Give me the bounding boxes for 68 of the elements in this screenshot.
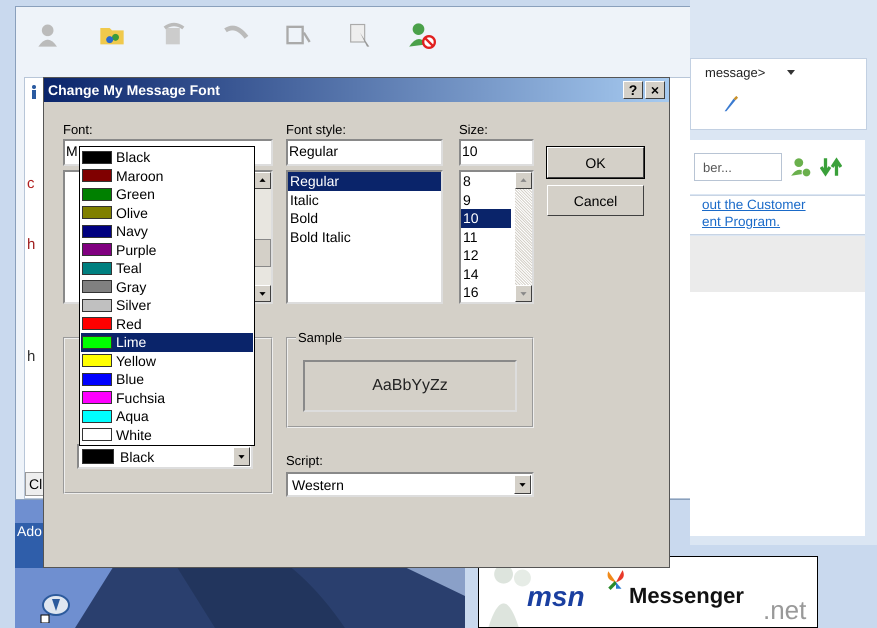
scroll-up-icon[interactable]: [515, 172, 532, 189]
color-option[interactable]: Silver: [81, 296, 253, 314]
color-option[interactable]: Black: [81, 148, 253, 166]
msn-banner[interactable]: msn Messenger .net: [478, 556, 818, 628]
info-icon: [29, 84, 39, 100]
sample-label: Sample: [296, 330, 344, 345]
color-option[interactable]: Maroon: [81, 166, 253, 185]
color-option[interactable]: Green: [81, 185, 253, 204]
font-style-option[interactable]: Bold: [288, 209, 441, 228]
font-style-field[interactable]: Regular: [286, 139, 443, 166]
size-option[interactable]: 16: [461, 283, 511, 302]
script-label: Script:: [286, 453, 324, 470]
size-option[interactable]: 11: [461, 228, 511, 246]
program-link[interactable]: out the Customer: [702, 196, 865, 213]
font-style-option[interactable]: Bold Italic: [288, 228, 441, 246]
add-contact-icon[interactable]: [790, 156, 812, 178]
size-label: Size:: [459, 122, 489, 139]
font-style-option[interactable]: Italic: [288, 190, 441, 209]
program-link[interactable]: ent Program.: [702, 213, 865, 230]
size-option[interactable]: 10: [461, 209, 511, 228]
search-field[interactable]: ber...: [694, 153, 782, 181]
butterfly-icon: [605, 569, 627, 591]
size-field[interactable]: 10: [459, 139, 534, 166]
color-option[interactable]: Navy: [81, 222, 253, 240]
color-option[interactable]: White: [81, 426, 253, 444]
close-button[interactable]: ×: [645, 81, 665, 99]
color-option[interactable]: Olive: [81, 204, 253, 222]
scroll-down-icon[interactable]: [515, 285, 532, 302]
conversation-text: c: [27, 175, 34, 192]
color-combo[interactable]: Black: [77, 444, 253, 469]
scroll-thumb[interactable]: [254, 239, 271, 267]
color-option[interactable]: Aqua: [81, 407, 253, 426]
color-option[interactable]: Purple: [81, 240, 253, 259]
dialog-button[interactable]: Cancel: [547, 185, 644, 216]
sort-arrows-icon[interactable]: [820, 156, 842, 178]
color-option[interactable]: Fuchsia: [81, 388, 253, 407]
conversation-text: h: [27, 236, 36, 253]
block-contact-icon[interactable]: [408, 21, 436, 49]
banner-suffix: .net: [763, 595, 806, 626]
size-option[interactable]: 8: [461, 172, 511, 190]
color-option[interactable]: Gray: [81, 278, 253, 296]
caret-icon[interactable]: [787, 70, 795, 75]
desktop-icon-label[interactable]: Ado: [15, 523, 45, 568]
font-label: Font:: [63, 122, 94, 139]
color-option[interactable]: Blue: [81, 370, 253, 388]
size-option[interactable]: 14: [461, 264, 511, 283]
scroll-up-icon[interactable]: [254, 172, 271, 189]
color-option[interactable]: Red: [81, 314, 253, 333]
conversation-text: h: [27, 348, 36, 365]
personal-message-menu[interactable]: message>: [705, 65, 766, 80]
sample-preview: AaBbYyZz: [303, 360, 517, 412]
banner-product: Messenger: [629, 583, 744, 609]
dialog-title: Change My Message Font: [48, 82, 221, 98]
color-option[interactable]: Yellow: [81, 352, 253, 370]
color-option[interactable]: Teal: [81, 259, 253, 278]
banner-brand: msn: [527, 581, 585, 613]
script-combo[interactable]: Western: [286, 472, 534, 497]
size-option[interactable]: 12: [461, 246, 511, 264]
scrollbar[interactable]: [254, 172, 271, 302]
font-style-label: Font style:: [286, 122, 347, 139]
size-option[interactable]: 9: [461, 190, 511, 209]
dialog-button[interactable]: OK: [547, 147, 644, 178]
help-button[interactable]: ?: [623, 81, 643, 99]
scrollbar[interactable]: [515, 172, 532, 302]
player-shortcut-icon[interactable]: [40, 593, 70, 623]
scroll-down-icon[interactable]: [254, 285, 271, 302]
font-style-option[interactable]: Regular: [288, 172, 441, 190]
color-option[interactable]: Lime: [81, 333, 253, 352]
